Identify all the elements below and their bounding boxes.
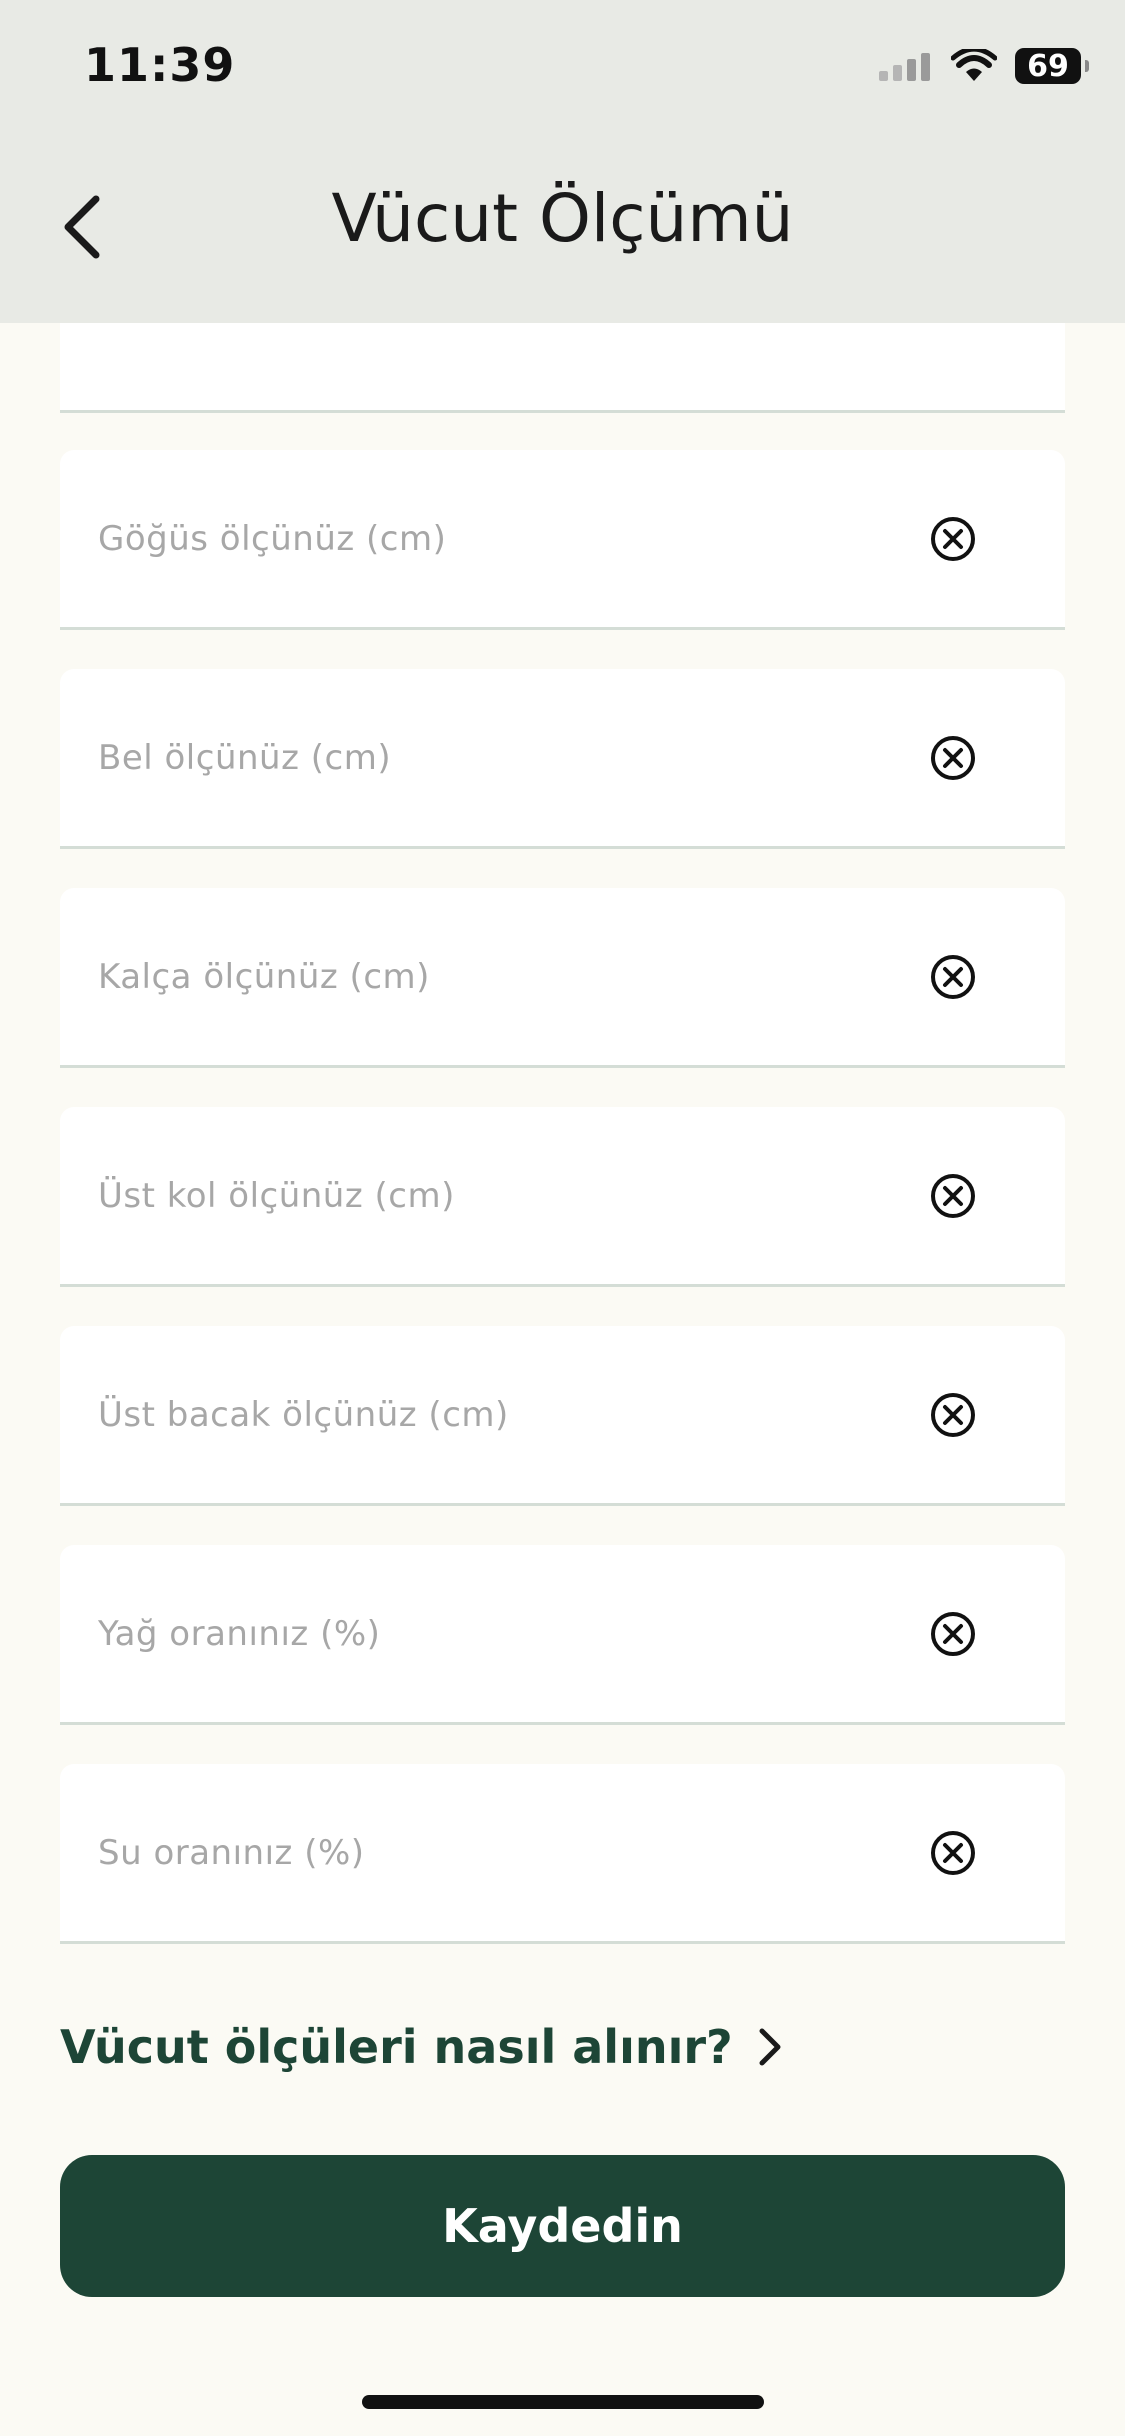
circle-x-icon [931,517,975,561]
measurement-help-link[interactable]: Vücut ölçüleri nasıl alınır? [60,2020,783,2074]
upper-arm-input[interactable] [98,1107,918,1284]
chest-clear-button[interactable] [929,515,977,563]
chest-input[interactable] [98,450,918,627]
chevron-right-icon [759,2028,781,2066]
circle-x-icon [931,1393,975,1437]
battery-level: 69 [1027,48,1069,84]
circle-x-icon [931,955,975,999]
waist-clear-button[interactable] [929,734,977,782]
help-link-label: Vücut ölçüleri nasıl alınır? [60,2020,733,2074]
hip-clear-button[interactable] [929,953,977,1001]
page-title: Vücut Ölçümü [331,180,794,257]
circle-x-icon [931,1831,975,1875]
cellular-signal-icon [879,53,930,81]
field-water-ratio[interactable] [60,1764,1065,1944]
water-ratio-input[interactable] [98,1764,918,1941]
field-upper-leg[interactable] [60,1326,1065,1506]
field-upper-arm[interactable] [60,1107,1065,1287]
field-waist[interactable] [60,669,1065,849]
hip-input[interactable] [98,888,918,1065]
field-fat-ratio[interactable] [60,1545,1065,1725]
save-button[interactable]: Kaydedin [60,2155,1065,2297]
status-icons: 69 [879,48,1089,84]
header: 11:39 69 Vücut Ölçümü [0,0,1125,323]
circle-x-icon [931,1174,975,1218]
circle-x-icon [931,736,975,780]
home-indicator[interactable] [362,2395,764,2409]
upper-leg-clear-button[interactable] [929,1391,977,1439]
wifi-icon [951,49,997,81]
upper-leg-input[interactable] [98,1326,918,1503]
fat-ratio-clear-button[interactable] [929,1610,977,1658]
status-time: 11:39 [84,38,236,92]
field-hip[interactable] [60,888,1065,1068]
upper-arm-clear-button[interactable] [929,1172,977,1220]
fat-ratio-input[interactable] [98,1545,918,1722]
circle-x-icon [931,1612,975,1656]
battery-icon: 69 [1015,48,1089,84]
field-chest[interactable] [60,450,1065,630]
waist-input[interactable] [98,669,918,846]
water-ratio-clear-button[interactable] [929,1829,977,1877]
